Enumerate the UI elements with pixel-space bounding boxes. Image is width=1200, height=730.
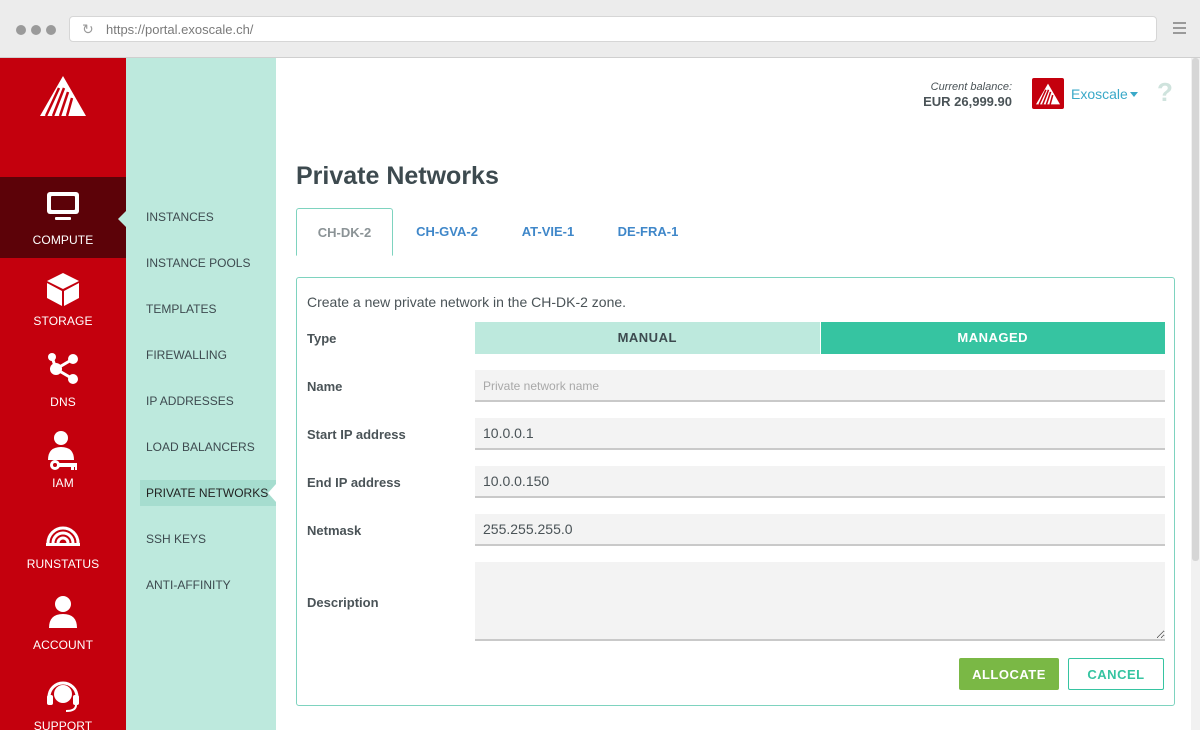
account-avatar-icon[interactable] bbox=[1032, 78, 1064, 109]
subnav-item-ssh-keys[interactable]: SSH KEYS bbox=[140, 526, 276, 552]
rail-item-runstatus[interactable]: RUNSTATUS bbox=[0, 501, 126, 582]
signal-icon bbox=[0, 515, 126, 547]
netmask-label: Netmask bbox=[307, 523, 362, 538]
rail-item-label: STORAGE bbox=[33, 314, 93, 328]
rail-item-label: RUNSTATUS bbox=[26, 557, 100, 571]
subnav-item-private-networks[interactable]: PRIVATE NETWORKS bbox=[140, 480, 276, 506]
monitor-icon bbox=[0, 191, 126, 221]
subnav-item-load-balancers[interactable]: LOAD BALANCERS bbox=[140, 434, 276, 460]
window-dot-icon[interactable] bbox=[16, 25, 26, 35]
user-icon bbox=[0, 596, 126, 628]
subnav-item-firewalling[interactable]: FIREWALLING bbox=[140, 342, 276, 368]
window-dot-icon[interactable] bbox=[46, 25, 56, 35]
tab-ch-gva-2[interactable]: CH-GVA-2 bbox=[401, 208, 493, 256]
rail-item-label: DNS bbox=[50, 395, 76, 409]
name-field[interactable] bbox=[475, 370, 1165, 402]
rail-item-iam[interactable]: IAM bbox=[0, 420, 126, 501]
rail-item-support[interactable]: SUPPORT bbox=[0, 663, 126, 730]
cube-icon bbox=[0, 272, 126, 306]
compute-subnav: INSTANCES INSTANCE POOLS TEMPLATES FIREW… bbox=[126, 58, 276, 730]
type-manual-button[interactable]: MANUAL bbox=[475, 322, 820, 354]
page-scrollbar[interactable] bbox=[1191, 58, 1200, 730]
cancel-button[interactable]: CANCEL bbox=[1068, 658, 1164, 690]
headset-icon bbox=[0, 677, 126, 713]
window-controls bbox=[16, 25, 56, 35]
rail-item-dns[interactable]: DNS bbox=[0, 339, 126, 420]
url-text[interactable]: https://portal.exoscale.ch/ bbox=[106, 22, 253, 37]
start-ip-field[interactable] bbox=[475, 418, 1165, 450]
help-icon[interactable]: ? bbox=[1157, 77, 1173, 108]
allocate-button[interactable]: ALLOCATE bbox=[959, 658, 1059, 690]
name-label: Name bbox=[307, 379, 343, 394]
form-intro: Create a new private network in the CH-D… bbox=[307, 294, 627, 310]
app-window: COMPUTE STORAGE DNS IAM RUNSTATUS ACCOUN… bbox=[0, 58, 1200, 730]
description-label: Description bbox=[307, 595, 379, 610]
tab-ch-dk-2[interactable]: CH-DK-2 bbox=[296, 208, 393, 256]
zone-tabs: CH-DK-2 CH-GVA-2 AT-VIE-1 DE-FRA-1 bbox=[296, 208, 1175, 256]
balance-value: EUR 26,999.90 bbox=[923, 94, 1012, 109]
subnav-item-instances[interactable]: INSTANCES bbox=[140, 204, 276, 230]
subnav-item-instance-pools[interactable]: INSTANCE POOLS bbox=[140, 250, 276, 276]
start-ip-label: Start IP address bbox=[307, 427, 406, 442]
subnav-item-anti-affinity[interactable]: ANTI-AFFINITY bbox=[140, 572, 276, 598]
account-switcher[interactable]: Exoscale bbox=[1071, 86, 1128, 102]
tab-at-vie-1[interactable]: AT-VIE-1 bbox=[504, 208, 592, 256]
rail-item-label: SUPPORT bbox=[33, 719, 93, 730]
user-key-icon bbox=[0, 430, 126, 470]
rail-item-label: IAM bbox=[52, 476, 74, 490]
window-dot-icon[interactable] bbox=[31, 25, 41, 35]
address-bar[interactable]: ↻ https://portal.exoscale.ch/ bbox=[69, 16, 1157, 42]
main-rail: COMPUTE STORAGE DNS IAM RUNSTATUS ACCOUN… bbox=[0, 58, 126, 730]
type-managed-button[interactable]: MANAGED bbox=[820, 322, 1165, 354]
rail-item-account[interactable]: ACCOUNT bbox=[0, 582, 126, 663]
end-ip-field[interactable] bbox=[475, 466, 1165, 498]
exoscale-logo-icon[interactable] bbox=[40, 76, 86, 121]
reload-icon[interactable]: ↻ bbox=[82, 21, 94, 38]
subnav-item-templates[interactable]: TEMPLATES bbox=[140, 296, 276, 322]
description-field[interactable] bbox=[475, 562, 1165, 641]
balance-display: Current balance: EUR 26,999.90 bbox=[923, 81, 1012, 109]
page-title: Private Networks bbox=[296, 162, 499, 190]
scrollbar-thumb[interactable] bbox=[1192, 58, 1199, 561]
type-toggle: MANUAL MANAGED bbox=[475, 322, 1165, 354]
create-network-form: Create a new private network in the CH-D… bbox=[296, 277, 1175, 706]
balance-label: Current balance: bbox=[930, 81, 1012, 93]
netmask-field[interactable] bbox=[475, 514, 1165, 546]
browser-chrome: ↻ https://portal.exoscale.ch/ bbox=[0, 0, 1200, 58]
type-label: Type bbox=[307, 331, 337, 346]
subnav-item-ip-addresses[interactable]: IP ADDRESSES bbox=[140, 388, 276, 414]
end-ip-label: End IP address bbox=[307, 475, 401, 490]
hamburger-menu-icon[interactable] bbox=[1173, 22, 1186, 37]
rail-item-label: ACCOUNT bbox=[32, 638, 94, 652]
rail-item-compute[interactable]: COMPUTE bbox=[0, 177, 126, 258]
network-icon bbox=[0, 353, 126, 385]
tab-de-fra-1[interactable]: DE-FRA-1 bbox=[602, 208, 694, 256]
rail-item-storage[interactable]: STORAGE bbox=[0, 258, 126, 339]
chevron-down-icon[interactable] bbox=[1130, 92, 1138, 97]
rail-item-label: COMPUTE bbox=[32, 233, 94, 247]
